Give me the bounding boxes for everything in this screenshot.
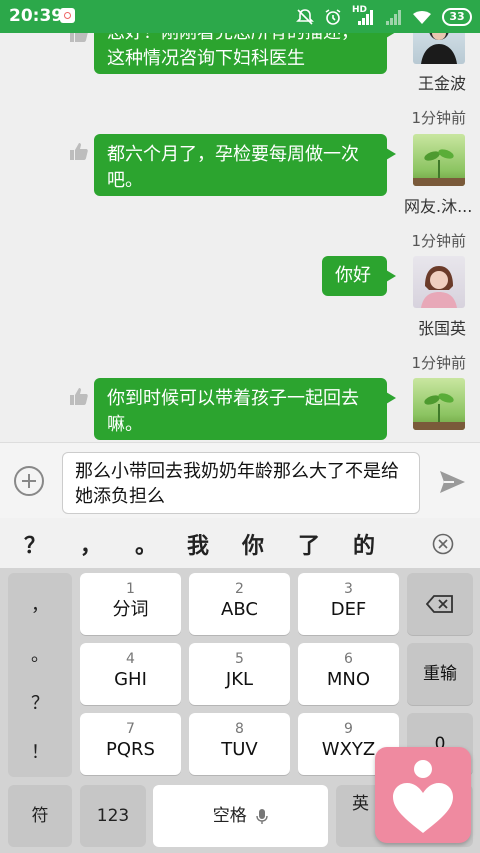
symbol-switch-label: 符 — [31, 806, 49, 826]
backspace-key[interactable] — [407, 573, 473, 635]
key-2[interactable]: 2 ABC — [189, 573, 290, 635]
key-number: 5 — [235, 651, 244, 667]
key-label: MNO — [326, 669, 371, 690]
key-8[interactable]: 8 TUV — [189, 713, 290, 775]
message-bubble[interactable]: 你到时候可以带着孩子一起回去嘛。 — [94, 378, 396, 440]
candidate-item[interactable]: ？ — [24, 528, 46, 560]
language-label: 英 — [352, 794, 369, 814]
key-number: 9 — [344, 721, 353, 737]
wifi-icon — [413, 11, 431, 24]
signal-2-icon — [386, 10, 401, 25]
username: 张国英 — [418, 319, 467, 338]
message-bubble[interactable]: 都六个月了，孕检要每周做一次吧。 — [94, 134, 396, 196]
reenter-key[interactable]: 重输 — [407, 643, 473, 705]
key-number: 2 — [235, 581, 244, 597]
candidate-item[interactable]: ， — [80, 528, 102, 560]
signal-icon — [358, 10, 373, 25]
key-7[interactable]: 7 PQRS — [80, 713, 181, 775]
message-text: 都六个月了，孕检要每周做一次吧。 — [107, 144, 359, 191]
key-label: PQRS — [106, 739, 155, 760]
key-label: TUV — [221, 739, 258, 760]
username: 王金波 — [418, 74, 467, 93]
candidate-item[interactable]: 。 — [135, 528, 157, 560]
key-label: ABC — [221, 599, 258, 620]
symbol-switch-key[interactable]: 符 — [8, 785, 72, 847]
message-time: 1分钟前 — [411, 354, 466, 372]
number-switch-label: 123 — [96, 806, 130, 826]
key-label: GHI — [114, 669, 147, 690]
key-label: JKL — [225, 669, 254, 690]
candidate-item[interactable]: 了 — [298, 528, 320, 560]
alarm-icon — [325, 9, 341, 25]
status-bar: 20:39 HD 33 — [0, 0, 480, 33]
send-icon — [440, 471, 465, 493]
message-input[interactable]: 那么小带回去我奶奶年龄那么大了不是给她添负担么 — [62, 452, 420, 514]
key-number: 8 — [235, 721, 244, 737]
symbol-key[interactable]: 。 — [8, 641, 72, 667]
message-bubble[interactable]: 你好 — [322, 256, 396, 296]
chat-area[interactable]: 您好！刚刚看完您所有的描述，这种情况咨询下妇科医生 王金波 1分钟前 都六个月了… — [0, 0, 480, 442]
backspace-icon — [425, 595, 453, 613]
close-candidates-icon[interactable] — [432, 533, 454, 555]
avatar[interactable] — [413, 134, 465, 186]
battery-indicator: 33 — [442, 8, 472, 26]
message-text: 你好 — [335, 265, 371, 286]
like-icon[interactable] — [68, 385, 90, 407]
avatar[interactable] — [413, 378, 465, 430]
message-input-text: 那么小带回去我奶奶年龄那么大了不是给她添负担么 — [75, 461, 399, 507]
message-text: 你到时候可以带着孩子一起回去嘛。 — [107, 388, 359, 435]
like-icon[interactable] — [68, 140, 90, 162]
floating-app-icon[interactable] — [375, 747, 471, 843]
candidate-item[interactable]: 的 — [353, 528, 375, 560]
key-number: 7 — [126, 721, 135, 737]
key-label: DEF — [330, 599, 367, 620]
candidate-bar: ？ ， 。 我 你 了 的 — [0, 518, 480, 568]
key-number: 6 — [344, 651, 353, 667]
message-time: 1分钟前 — [411, 232, 466, 250]
avatar[interactable] — [413, 256, 465, 308]
space-label: 空格 — [212, 806, 247, 826]
microphone-icon — [256, 809, 268, 824]
status-icons: HD 33 — [296, 5, 472, 29]
key-number: 3 — [344, 581, 353, 597]
key-label: 分词 — [112, 599, 149, 620]
candidate-item[interactable]: 你 — [242, 528, 264, 560]
candidate-item[interactable]: 我 — [187, 528, 209, 560]
key-number: 4 — [126, 651, 135, 667]
notifications-off-icon — [296, 9, 314, 25]
symbol-key[interactable]: ， — [8, 591, 72, 617]
symbol-key[interactable]: ！ — [8, 738, 72, 764]
space-key[interactable]: 空格 — [153, 785, 328, 847]
key-3[interactable]: 3 DEF — [298, 573, 399, 635]
status-time: 20:39 — [9, 6, 64, 26]
message-time: 1分钟前 — [411, 109, 466, 127]
key-number: 1 — [126, 581, 135, 597]
alarm-app-icon — [60, 8, 75, 23]
key-6[interactable]: 6 MNO — [298, 643, 399, 705]
key-1[interactable]: 1 分词 — [80, 573, 181, 635]
symbol-key[interactable]: ？ — [8, 689, 72, 715]
key-4[interactable]: 4 GHI — [80, 643, 181, 705]
add-attachment-button[interactable] — [14, 466, 44, 496]
symbol-column[interactable]: ， 。 ？ ！ — [8, 573, 72, 777]
key-5[interactable]: 5 JKL — [189, 643, 290, 705]
reenter-label: 重输 — [423, 664, 457, 684]
input-bar: 那么小带回去我奶奶年龄那么大了不是给她添负担么 — [0, 442, 480, 519]
username: 网友.沐... — [404, 197, 473, 216]
number-switch-key[interactable]: 123 — [80, 785, 146, 847]
send-button[interactable] — [437, 467, 467, 497]
